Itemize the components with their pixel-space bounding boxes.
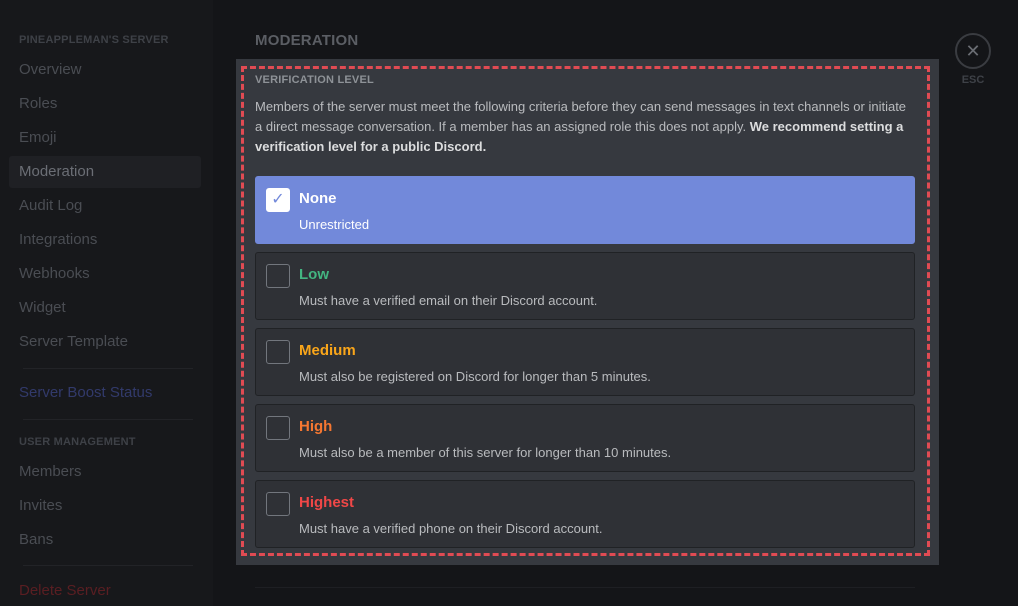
page-title: MODERATION (255, 32, 359, 49)
sidebar-item-members[interactable]: Members (9, 456, 201, 488)
verification-option-none[interactable]: ✓ None Unrestricted (255, 176, 915, 244)
checkbox[interactable] (266, 416, 290, 440)
checkbox[interactable]: ✓ (266, 188, 290, 212)
esc-label: ESC (961, 74, 985, 86)
option-name: None (299, 190, 337, 207)
verification-level-label: VERIFICATION LEVEL (255, 74, 374, 86)
verification-level-panel: VERIFICATION LEVEL Members of the server… (236, 59, 939, 565)
sidebar-item-server-boost-status[interactable]: Server Boost Status (9, 377, 201, 409)
verification-option-low[interactable]: Low Must have a verified email on their … (255, 252, 915, 320)
checkbox[interactable] (266, 492, 290, 516)
server-name-header: PINEAPPLEMAN'S SERVER (19, 34, 169, 46)
sidebar-item-webhooks[interactable]: Webhooks (9, 258, 201, 290)
checkbox[interactable] (266, 264, 290, 288)
settings-sidebar: PINEAPPLEMAN'S SERVER Overview Roles Emo… (0, 0, 213, 606)
sidebar-divider (23, 368, 193, 369)
user-management-header: USER MANAGEMENT (19, 436, 136, 448)
option-description: Must also be registered on Discord for l… (299, 369, 651, 384)
option-name: Highest (299, 494, 355, 511)
sidebar-divider (23, 565, 193, 566)
section-divider (255, 587, 915, 588)
sidebar-item-roles[interactable]: Roles (9, 88, 201, 120)
sidebar-item-delete-server[interactable]: Delete Server (9, 575, 201, 606)
option-description: Unrestricted (299, 217, 370, 232)
checkmark-icon: ✓ (271, 191, 285, 208)
sidebar-item-moderation[interactable]: Moderation (9, 156, 201, 188)
sidebar-item-widget[interactable]: Widget (9, 292, 201, 324)
sidebar-item-integrations[interactable]: Integrations (9, 224, 201, 256)
option-name: Medium (299, 342, 356, 359)
verification-description: Members of the server must meet the foll… (255, 97, 910, 157)
verification-option-high[interactable]: High Must also be a member of this serve… (255, 404, 915, 472)
close-icon: ✕ (965, 40, 981, 61)
option-description: Must have a verified email on their Disc… (299, 293, 598, 308)
close-button[interactable]: ✕ (955, 33, 991, 69)
sidebar-item-overview[interactable]: Overview (9, 54, 201, 86)
option-description: Must also be a member of this server for… (299, 445, 672, 460)
option-description: Must have a verified phone on their Disc… (299, 521, 603, 536)
sidebar-item-server-template[interactable]: Server Template (9, 326, 201, 358)
verification-option-medium[interactable]: Medium Must also be registered on Discor… (255, 328, 915, 396)
sidebar-divider (23, 419, 193, 420)
sidebar-item-bans[interactable]: Bans (9, 524, 201, 556)
sidebar-item-invites[interactable]: Invites (9, 490, 201, 522)
sidebar-item-emoji[interactable]: Emoji (9, 122, 201, 154)
close-control: ✕ ESC (955, 33, 991, 86)
verification-option-highest[interactable]: Highest Must have a verified phone on th… (255, 480, 915, 548)
server-settings: PINEAPPLEMAN'S SERVER Overview Roles Emo… (0, 0, 1018, 606)
checkbox[interactable] (266, 340, 290, 364)
option-name: Low (299, 266, 329, 283)
option-name: High (299, 418, 333, 435)
sidebar-item-audit-log[interactable]: Audit Log (9, 190, 201, 222)
